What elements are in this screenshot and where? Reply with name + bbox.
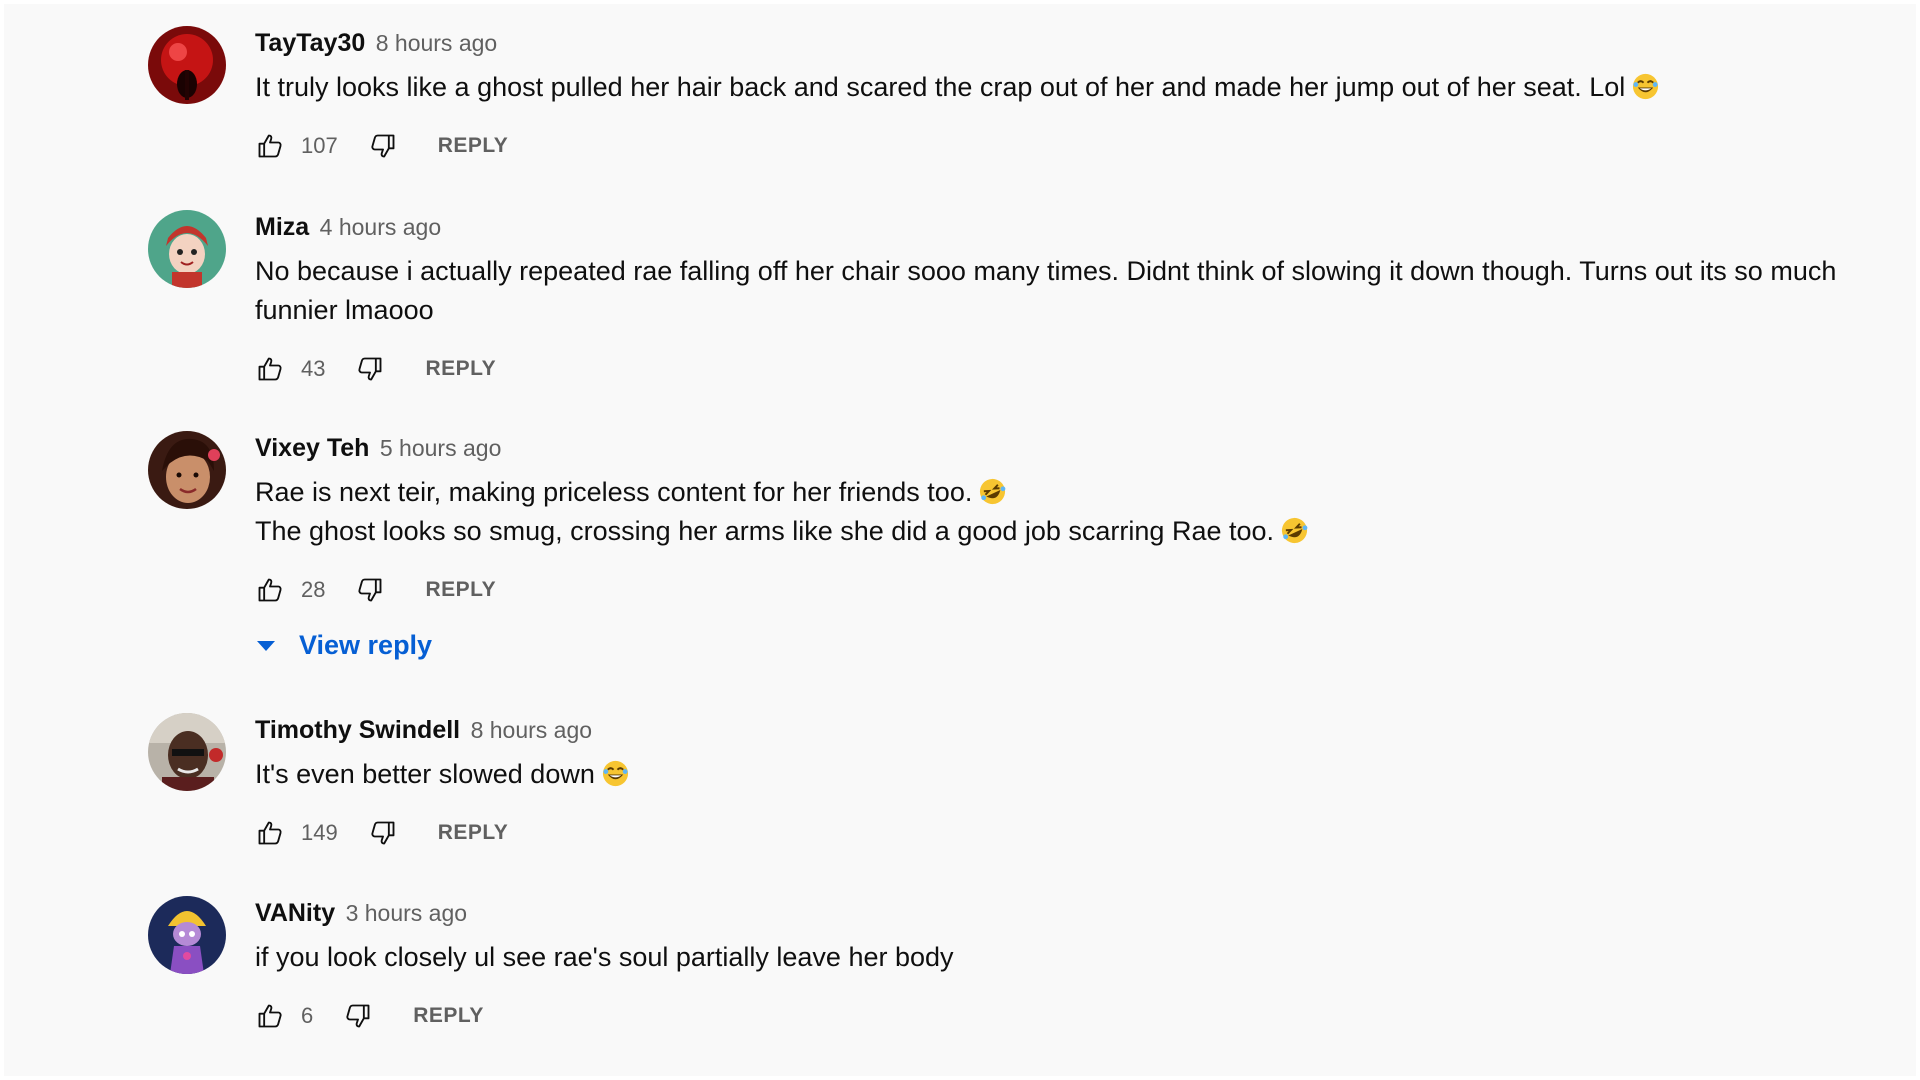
avatar[interactable] <box>148 431 226 509</box>
comment-line: The ghost looks so smug, crossing her ar… <box>255 516 1275 546</box>
comment-header: VANity 3 hours ago <box>255 896 1856 930</box>
author-name[interactable]: Timothy Swindell <box>255 716 460 744</box>
like-count: 149 <box>301 820 338 845</box>
avatar[interactable] <box>148 713 226 791</box>
comment-line: No because i actually repeated rae falli… <box>255 256 1837 325</box>
dislike-icon[interactable] <box>368 131 398 161</box>
author-name[interactable]: VANity <box>255 899 335 927</box>
comment-actions: 6 REPLY <box>255 996 1856 1036</box>
comment-text: Rae is next teir, making priceless conte… <box>255 473 1856 551</box>
comment-text: No because i actually repeated rae falli… <box>255 252 1856 330</box>
comment-header: Miza 4 hours ago <box>255 210 1856 244</box>
view-reply-button[interactable]: View reply <box>255 630 432 661</box>
comment-actions: 107 REPLY <box>255 126 1856 166</box>
comment-line: It's even better slowed down <box>255 759 595 789</box>
comment-timestamp[interactable]: 8 hours ago <box>471 717 592 743</box>
comment-timestamp[interactable]: 3 hours ago <box>346 900 467 926</box>
like-count: 6 <box>301 1003 314 1028</box>
dislike-icon[interactable] <box>355 575 385 605</box>
avatar[interactable] <box>148 26 226 104</box>
like-icon[interactable] <box>255 354 285 384</box>
comment-text: It truly looks like a ghost pulled her h… <box>255 68 1856 107</box>
comments-section: TayTay30 8 hours ago It truly looks like… <box>4 4 1916 1076</box>
reply-button[interactable]: REPLY <box>438 821 509 845</box>
view-reply-label: View reply <box>299 630 433 660</box>
comment-header: Timothy Swindell 8 hours ago <box>255 713 1856 747</box>
comment-body: TayTay30 8 hours ago It truly looks like… <box>255 26 1856 166</box>
comment-body: Miza 4 hours ago No because i actually r… <box>255 210 1856 389</box>
comment-actions: 28 REPLY <box>255 570 1856 610</box>
rolling-laughing-emoji-icon <box>978 477 1007 506</box>
caret-down-icon <box>255 639 277 653</box>
comment-text: It's even better slowed down <box>255 755 1856 794</box>
comment-timestamp[interactable]: 8 hours ago <box>376 30 497 56</box>
like-icon[interactable] <box>255 818 285 848</box>
comment-body: Timothy Swindell 8 hours ago It's even b… <box>255 713 1856 853</box>
dislike-icon[interactable] <box>355 354 385 384</box>
laughing-emoji-icon <box>601 759 630 788</box>
like-count: 28 <box>301 577 326 602</box>
like-icon[interactable] <box>255 131 285 161</box>
comment-header: Vixey Teh 5 hours ago <box>255 431 1856 465</box>
author-name[interactable]: Miza <box>255 213 309 241</box>
author-name[interactable]: Vixey Teh <box>255 434 369 462</box>
comment-text: if you look closely ul see rae's soul pa… <box>255 938 1856 977</box>
like-icon[interactable] <box>255 1001 285 1031</box>
like-count: 43 <box>301 356 326 381</box>
comment-body: Vixey Teh 5 hours ago Rae is next teir, … <box>255 431 1856 610</box>
like-count: 107 <box>301 133 338 158</box>
reply-button[interactable]: REPLY <box>425 357 496 381</box>
reply-button[interactable]: REPLY <box>413 1004 484 1028</box>
comment-timestamp[interactable]: 4 hours ago <box>320 214 441 240</box>
reply-button[interactable]: REPLY <box>425 578 496 602</box>
comment-line: Rae is next teir, making priceless conte… <box>255 477 973 507</box>
reply-button[interactable]: REPLY <box>438 134 509 158</box>
dislike-icon[interactable] <box>343 1001 373 1031</box>
author-name[interactable]: TayTay30 <box>255 29 365 57</box>
comment-line: It truly looks like a ghost pulled her h… <box>255 72 1626 102</box>
comment-actions: 43 REPLY <box>255 349 1856 389</box>
rolling-laughing-emoji-icon <box>1280 516 1309 545</box>
laughing-emoji-icon <box>1631 72 1660 101</box>
comment-timestamp[interactable]: 5 hours ago <box>380 435 501 461</box>
comment-actions: 149 REPLY <box>255 813 1856 853</box>
comment-line: if you look closely ul see rae's soul pa… <box>255 942 954 972</box>
dislike-icon[interactable] <box>368 818 398 848</box>
avatar[interactable] <box>148 896 226 974</box>
comment-header: TayTay30 8 hours ago <box>255 26 1856 60</box>
like-icon[interactable] <box>255 575 285 605</box>
comment-body: VANity 3 hours ago if you look closely u… <box>255 896 1856 1036</box>
avatar[interactable] <box>148 210 226 288</box>
